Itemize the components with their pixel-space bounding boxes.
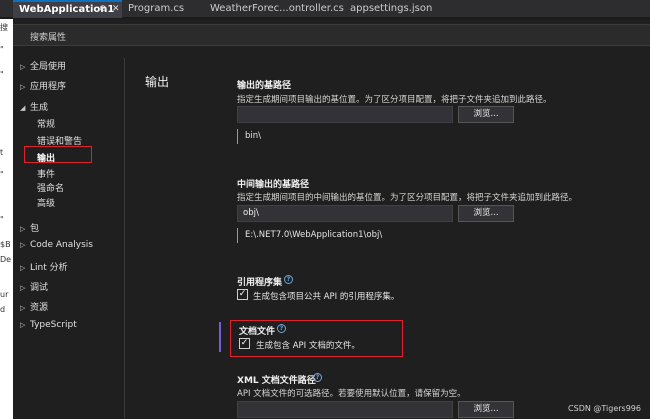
background-text-fragment: " bbox=[0, 45, 4, 54]
intermediate-output-evaluated-value: E:\.NET7.0\WebApplication1\obj\ bbox=[237, 228, 382, 243]
tab-label: Program.cs bbox=[128, 3, 185, 14]
tab-program-cs[interactable]: Program.cs bbox=[122, 0, 204, 18]
xml-doc-path-description: API 文档文件的可选路径。若要使用默认位置，请保留为空。 bbox=[237, 389, 466, 399]
background-text-fragment: $B bbox=[0, 240, 11, 249]
nav-item-application[interactable]: ▷ 应用程序 bbox=[20, 79, 66, 92]
base-output-path-input[interactable] bbox=[237, 106, 453, 123]
tab-appsettings-json[interactable]: appsettings.json bbox=[344, 0, 444, 18]
xml-doc-path-label: XML 文档文件路径 bbox=[237, 376, 316, 386]
property-nav-tree: ▷ 全局使用 ▷ 应用程序 ◢ 生成 常规 错误和警告 输出 事件 强命名 高级 ▷ 包… bbox=[13, 47, 123, 419]
background-text-fragment: 搜 bbox=[0, 23, 8, 32]
nav-item-debug[interactable]: ▷ 调试 bbox=[20, 280, 48, 293]
tab-label: WeatherForec...ontroller.cs bbox=[210, 3, 344, 14]
background-text-fragment: d bbox=[0, 305, 6, 314]
background-text-fragment: " bbox=[0, 70, 4, 79]
chevron-right-icon: ▷ bbox=[20, 304, 26, 312]
nav-sub-general[interactable]: 常规 bbox=[37, 117, 55, 130]
intermediate-output-description: 指定生成期间项目的中间输出的基位置。为了区分项目配置，将把子文件夹追加到此路径。 bbox=[237, 193, 578, 203]
info-icon[interactable]: ? bbox=[284, 275, 293, 284]
nav-item-typescript[interactable]: ▷ TypeScript bbox=[20, 320, 77, 330]
pin-icon[interactable]: ⊕ bbox=[99, 2, 107, 17]
tab-webapplication1[interactable]: WebApplication1 ⊕ ✕ bbox=[13, 0, 122, 18]
doc-file-highlight-box bbox=[230, 320, 403, 357]
nav-item-build[interactable]: ◢ 生成 bbox=[20, 100, 48, 113]
background-editor-strip: H搜""t""$BDeurd bbox=[0, 0, 13, 419]
background-text-fragment: " bbox=[0, 215, 4, 224]
background-text-fragment: " bbox=[0, 170, 4, 179]
ref-assembly-checkbox[interactable]: ✓ bbox=[237, 289, 248, 300]
changed-setting-indicator bbox=[219, 322, 221, 352]
nav-sub-strong-naming[interactable]: 强命名 bbox=[37, 181, 64, 194]
info-icon[interactable]: ? bbox=[313, 373, 322, 382]
nav-item-global-usings[interactable]: ▷ 全局使用 bbox=[20, 59, 66, 72]
base-output-label: 输出的基路径 bbox=[237, 81, 292, 91]
xml-doc-path-browse-button[interactable]: 浏览... bbox=[458, 401, 514, 418]
close-icon[interactable]: ✕ bbox=[112, 2, 120, 17]
nav-item-label: 调试 bbox=[30, 283, 49, 293]
nav-item-label: 资源 bbox=[30, 303, 49, 313]
nav-item-label: TypeScript bbox=[30, 320, 77, 330]
nav-item-label: 包 bbox=[30, 224, 40, 234]
section-title: 输出 bbox=[145, 75, 170, 89]
background-text-fragment: De bbox=[0, 255, 12, 264]
nav-item-package[interactable]: ▷ 包 bbox=[20, 221, 39, 234]
nav-item-resources[interactable]: ▷ 资源 bbox=[20, 300, 48, 313]
base-output-description: 指定生成期间项目输出的基位置。为了区分项目配置，将把子文件夹追加到此路径。 bbox=[237, 95, 552, 105]
intermediate-output-browse-button[interactable]: 浏览... bbox=[458, 205, 514, 222]
base-output-browse-button[interactable]: 浏览... bbox=[458, 106, 514, 123]
tab-weatherforecast-controller[interactable]: WeatherForec...ontroller.cs bbox=[204, 0, 344, 18]
nav-item-code-analysis[interactable]: ▷ Code Analysis bbox=[20, 240, 93, 250]
chevron-right-icon: ▷ bbox=[20, 321, 26, 329]
chevron-right-icon: ▷ bbox=[20, 225, 26, 233]
chevron-right-icon: ▷ bbox=[20, 241, 26, 249]
ref-assembly-checkbox-label: 生成包含项目公共 API 的引用程序集。 bbox=[253, 292, 400, 302]
chevron-right-icon: ▷ bbox=[20, 83, 26, 91]
panel-divider bbox=[124, 58, 125, 419]
nav-item-lint-analysis[interactable]: ▷ Lint 分析 bbox=[20, 260, 68, 273]
search-placeholder: 搜索属性 bbox=[30, 33, 67, 43]
nav-item-label: 应用程序 bbox=[30, 82, 67, 92]
xml-doc-path-input[interactable] bbox=[237, 401, 453, 418]
nav-sub-advanced[interactable]: 高级 bbox=[37, 196, 55, 209]
chevron-right-icon: ▷ bbox=[20, 63, 26, 71]
background-text-fragment: t bbox=[0, 148, 4, 157]
chevron-down-icon: ◢ bbox=[20, 104, 26, 112]
nav-item-label: 全局使用 bbox=[30, 62, 67, 72]
document-tab-bar: WebApplication1 ⊕ ✕ Program.cs WeatherFo… bbox=[0, 0, 650, 19]
nav-highlight-box bbox=[24, 146, 92, 163]
search-properties-input[interactable]: 搜索属性 bbox=[13, 24, 650, 46]
base-output-evaluated-value: bin\ bbox=[237, 129, 261, 144]
nav-item-label: 生成 bbox=[30, 103, 49, 113]
intermediate-output-path-input[interactable]: obj\ bbox=[237, 205, 453, 222]
nav-item-label: Code Analysis bbox=[30, 240, 93, 250]
nav-item-label: Lint 分析 bbox=[30, 263, 68, 273]
intermediate-output-label: 中间输出的基路径 bbox=[237, 180, 310, 190]
background-text-fragment: ur bbox=[0, 290, 9, 299]
ref-assembly-label: 引用程序集 bbox=[237, 278, 283, 288]
tab-label: appsettings.json bbox=[350, 3, 433, 14]
chevron-right-icon: ▷ bbox=[20, 264, 26, 272]
nav-sub-events[interactable]: 事件 bbox=[37, 167, 55, 180]
watermark: CSDN @Tigers996 bbox=[568, 404, 641, 413]
chevron-right-icon: ▷ bbox=[20, 284, 26, 292]
